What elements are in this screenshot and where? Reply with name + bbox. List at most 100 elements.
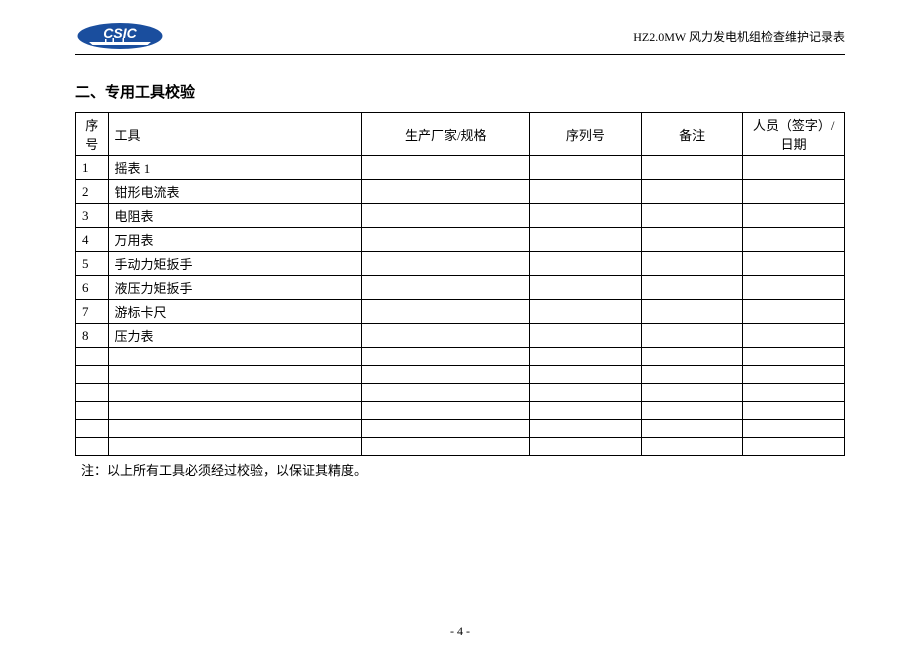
table-row: 6液压力矩扳手	[76, 276, 845, 300]
table-row: 1摇表 1	[76, 156, 845, 180]
cell-sign	[743, 402, 845, 420]
table-row: 7游标卡尺	[76, 300, 845, 324]
svg-text:CSIC: CSIC	[103, 25, 137, 41]
table-row: 5手动力矩扳手	[76, 252, 845, 276]
header-serial: 序列号	[530, 113, 642, 156]
cell-tool: 压力表	[108, 324, 362, 348]
cell-sign	[743, 300, 845, 324]
cell-seq: 6	[76, 276, 109, 300]
cell-sign	[743, 276, 845, 300]
cell-spec	[362, 384, 530, 402]
table-header-row: 序号 工具 生产厂家/规格 序列号 备注 人员（签字）/日期	[76, 113, 845, 156]
cell-spec	[362, 300, 530, 324]
cell-tool: 钳形电流表	[108, 180, 362, 204]
cell-tool	[108, 348, 362, 366]
cell-remark	[641, 324, 743, 348]
cell-tool	[108, 402, 362, 420]
cell-sign	[743, 348, 845, 366]
cell-remark	[641, 300, 743, 324]
table-row	[76, 438, 845, 456]
header-sign: 人员（签字）/日期	[743, 113, 845, 156]
cell-serial	[530, 276, 642, 300]
table-note: 注：以上所有工具必须经过校验，以保证其精度。	[81, 460, 845, 479]
cell-sign	[743, 228, 845, 252]
cell-remark	[641, 252, 743, 276]
cell-sign	[743, 252, 845, 276]
cell-seq: 8	[76, 324, 109, 348]
cell-sign	[743, 180, 845, 204]
cell-sign	[743, 438, 845, 456]
csic-logo: CSIC	[75, 20, 165, 52]
cell-spec	[362, 204, 530, 228]
cell-sign	[743, 324, 845, 348]
header-spec: 生产厂家/规格	[362, 113, 530, 156]
cell-spec	[362, 180, 530, 204]
cell-serial	[530, 300, 642, 324]
table-row	[76, 420, 845, 438]
cell-sign	[743, 156, 845, 180]
cell-spec	[362, 402, 530, 420]
cell-seq: 3	[76, 204, 109, 228]
table-row: 3电阻表	[76, 204, 845, 228]
page-header: CSIC HZ2.0MW 风力发电机组检查维护记录表	[75, 20, 845, 55]
cell-tool	[108, 366, 362, 384]
cell-serial	[530, 438, 642, 456]
cell-seq	[76, 366, 109, 384]
cell-remark	[641, 402, 743, 420]
table-row	[76, 402, 845, 420]
cell-spec	[362, 156, 530, 180]
cell-spec	[362, 324, 530, 348]
cell-seq: 5	[76, 252, 109, 276]
cell-seq: 2	[76, 180, 109, 204]
cell-seq	[76, 402, 109, 420]
cell-remark	[641, 438, 743, 456]
cell-seq: 4	[76, 228, 109, 252]
cell-remark	[641, 384, 743, 402]
cell-serial	[530, 324, 642, 348]
cell-spec	[362, 420, 530, 438]
cell-tool: 万用表	[108, 228, 362, 252]
cell-seq	[76, 348, 109, 366]
cell-remark	[641, 156, 743, 180]
cell-tool: 游标卡尺	[108, 300, 362, 324]
header-tool: 工具	[108, 113, 362, 156]
cell-seq: 1	[76, 156, 109, 180]
cell-sign	[743, 420, 845, 438]
cell-serial	[530, 402, 642, 420]
cell-remark	[641, 366, 743, 384]
cell-serial	[530, 348, 642, 366]
table-row	[76, 384, 845, 402]
cell-spec	[362, 366, 530, 384]
page-number: - 4 -	[450, 624, 470, 639]
cell-tool: 摇表 1	[108, 156, 362, 180]
table-row: 8压力表	[76, 324, 845, 348]
cell-tool: 电阻表	[108, 204, 362, 228]
cell-remark	[641, 204, 743, 228]
cell-sign	[743, 204, 845, 228]
header-remark: 备注	[641, 113, 743, 156]
cell-tool	[108, 438, 362, 456]
document-title: HZ2.0MW 风力发电机组检查维护记录表	[633, 28, 845, 45]
cell-spec	[362, 228, 530, 252]
cell-spec	[362, 252, 530, 276]
cell-serial	[530, 180, 642, 204]
cell-sign	[743, 384, 845, 402]
cell-remark	[641, 180, 743, 204]
cell-tool: 液压力矩扳手	[108, 276, 362, 300]
cell-serial	[530, 420, 642, 438]
cell-spec	[362, 348, 530, 366]
table-row	[76, 366, 845, 384]
table-row: 4万用表	[76, 228, 845, 252]
cell-serial	[530, 156, 642, 180]
cell-tool: 手动力矩扳手	[108, 252, 362, 276]
cell-spec	[362, 438, 530, 456]
cell-serial	[530, 204, 642, 228]
cell-spec	[362, 276, 530, 300]
cell-remark	[641, 276, 743, 300]
cell-seq	[76, 384, 109, 402]
table-row	[76, 348, 845, 366]
cell-seq: 7	[76, 300, 109, 324]
cell-tool	[108, 384, 362, 402]
cell-serial	[530, 228, 642, 252]
cell-seq	[76, 420, 109, 438]
